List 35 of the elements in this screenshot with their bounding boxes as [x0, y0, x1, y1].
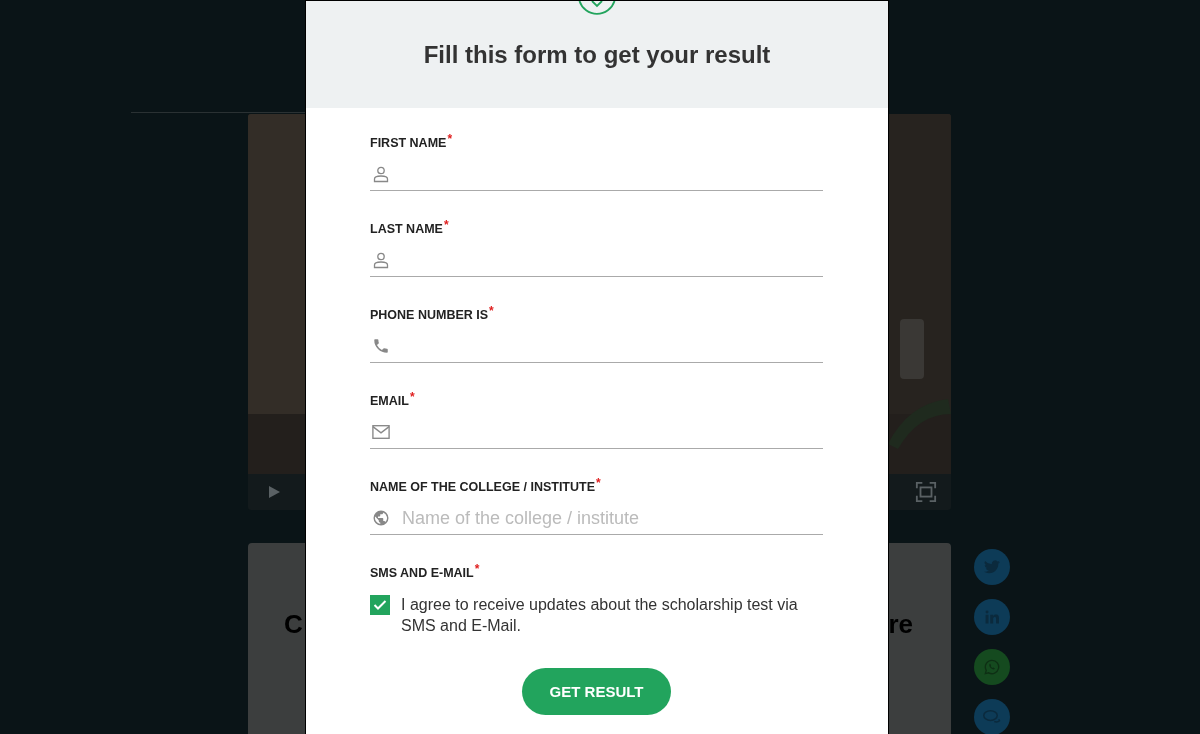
field-label: FIRST NAME [370, 136, 447, 150]
phone-icon [372, 337, 390, 355]
field-label: LAST NAME [370, 222, 443, 236]
field-label: PHONE NUMBER IS [370, 308, 489, 322]
card-heading-fragment: C [284, 609, 303, 639]
input-field[interactable]: Name of the college / institute [370, 502, 823, 535]
share-button[interactable] [974, 699, 1010, 734]
chat-icon [983, 709, 1001, 725]
field-label: EMAIL [370, 394, 409, 408]
share-button[interactable] [974, 599, 1010, 635]
required-mark: * [447, 132, 453, 148]
phone-bubble-icon [984, 659, 1000, 675]
linkedin-icon [985, 610, 999, 624]
play-icon[interactable] [266, 484, 282, 500]
required-mark: * [489, 304, 494, 320]
person-icon [372, 165, 390, 183]
bird-icon [984, 560, 1000, 574]
fullscreen-icon[interactable] [913, 481, 939, 503]
person-icon [372, 251, 390, 269]
envelope-icon [372, 423, 390, 441]
field-label: SMS AND E-MAIL [370, 566, 474, 580]
required-mark: * [596, 476, 601, 492]
field-label: NAME OF THE COLLEGE / INSTITUTE [370, 480, 595, 494]
get-result-button[interactable]: GET RESULT [522, 668, 671, 715]
share-button[interactable] [974, 549, 1010, 585]
share-button[interactable] [974, 649, 1010, 685]
required-mark: * [409, 390, 415, 406]
check-icon [373, 599, 387, 611]
dialog-title: Fill this form to get your result [423, 41, 771, 69]
consent-text: I agree to receive updates about the scholarship test via SMS and E-Mail. [401, 595, 799, 636]
required-mark: * [443, 218, 449, 234]
required-mark: * [474, 562, 480, 578]
card-heading-fragment: re [888, 609, 913, 639]
globe-icon [372, 509, 390, 527]
checkbox[interactable] [370, 595, 390, 615]
